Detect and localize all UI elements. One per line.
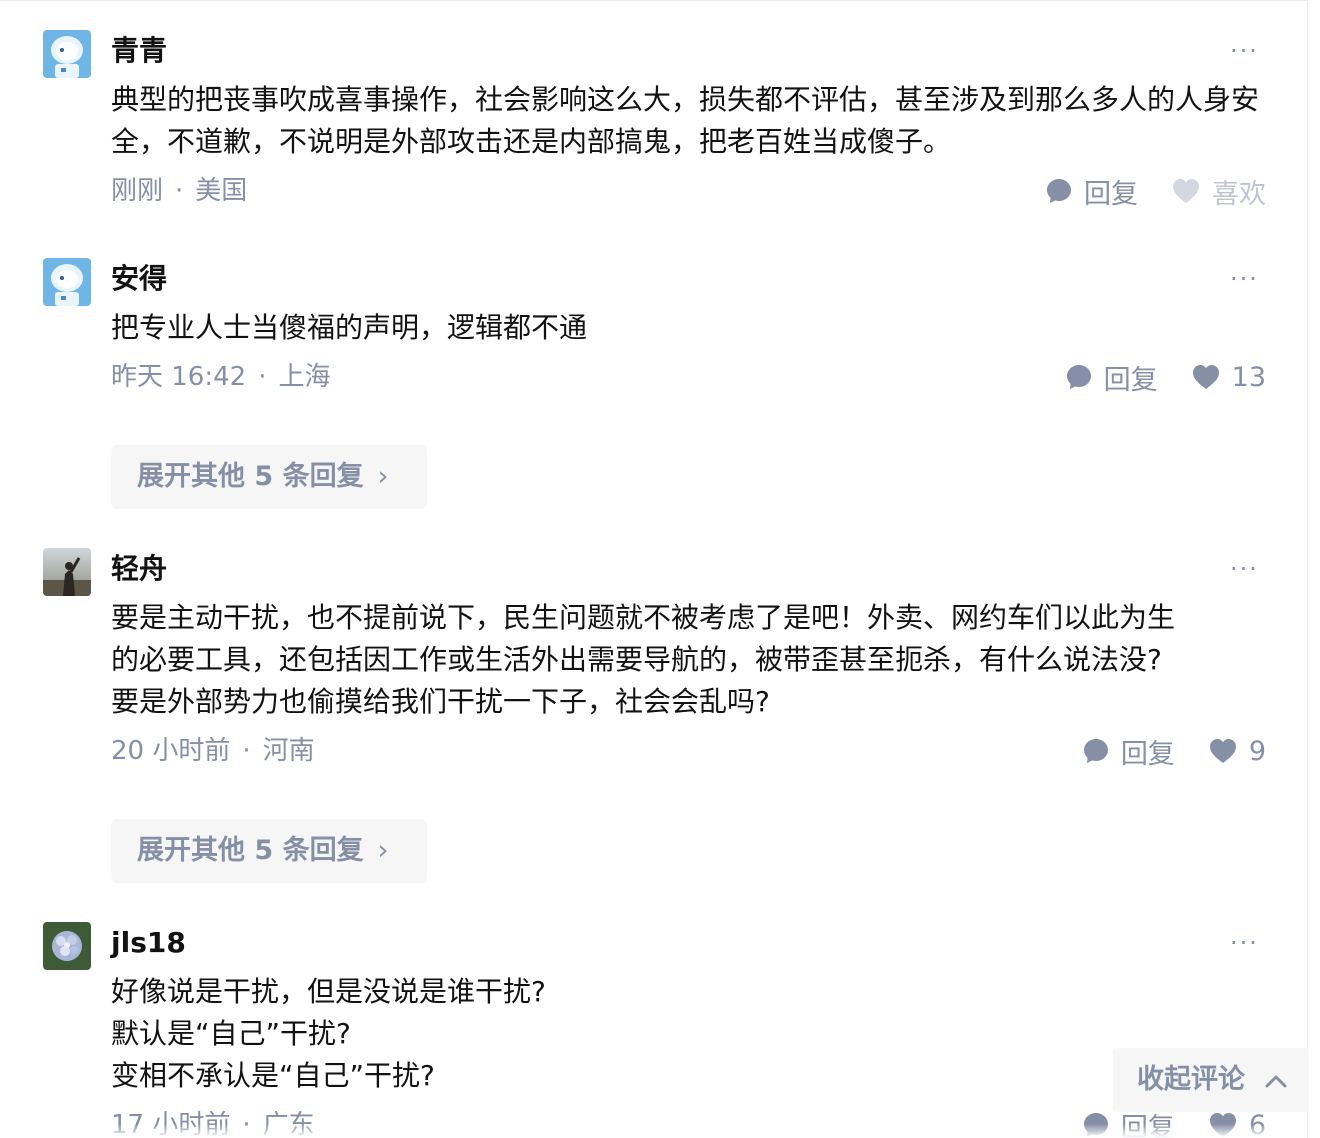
heart-icon <box>1192 365 1219 389</box>
meta-separator: · <box>242 736 251 766</box>
author-name[interactable]: 轻舟 <box>111 549 167 589</box>
bottom-fade <box>0 1124 1307 1138</box>
like-button[interactable]: 13 <box>1192 362 1266 393</box>
astronaut-avatar-icon <box>43 258 91 306</box>
more-icon[interactable]: ··· <box>1230 557 1259 581</box>
avatar[interactable] <box>43 922 91 970</box>
collapse-comments-button[interactable]: 收起评论 <box>1113 1048 1309 1112</box>
expand-replies-button[interactable]: 展开其他 5 条回复 › <box>111 445 427 509</box>
comment-time: 刚刚 <box>111 176 164 206</box>
reply-button[interactable]: 回复 <box>1066 358 1158 397</box>
comment-actions: 回复 13 <box>1066 358 1266 397</box>
like-label: 喜欢 <box>1212 178 1266 210</box>
comment-location: 河南 <box>262 736 315 766</box>
flower-avatar-icon <box>43 922 91 970</box>
comment-line: 好像说是干扰，但是没说是谁干扰? <box>111 975 546 1008</box>
comment-time: 20 小时前 <box>111 736 231 766</box>
comment-text: 把专业人士当傻福的声明，逻辑都不通 <box>111 311 588 344</box>
meta-separator: · <box>258 362 267 392</box>
reply-button[interactable]: 回复 <box>1083 732 1175 771</box>
comment-line: 变相不承认是“自己”干扰? <box>111 1059 435 1092</box>
collapse-comments-label: 收起评论 <box>1137 1064 1245 1095</box>
reply-label: 回复 <box>1103 364 1158 396</box>
heart-icon <box>1209 739 1236 763</box>
avatar[interactable] <box>43 548 91 596</box>
astronaut-avatar-icon <box>43 30 91 78</box>
comment-meta: 昨天 16:42 · 上海 <box>111 359 330 395</box>
more-icon[interactable]: ··· <box>1230 931 1259 955</box>
comment-line: 要是主动干扰，也不提前说下，民生问题就不被考虑了是吧！外卖、网约车们以此为生 <box>111 601 1176 634</box>
author-name[interactable]: 安得 <box>111 259 167 299</box>
chevron-up-icon <box>1265 1075 1287 1087</box>
comment-time: 昨天 16:42 <box>111 362 247 392</box>
expand-replies-label: 展开其他 5 条回复 <box>137 461 364 492</box>
comment-meta: 刚刚 · 美国 <box>111 173 247 209</box>
comment-list: 青青 ··· 典型的把丧事吹成喜事操作，社会影响这么大，损失都不评估，甚至涉及到… <box>0 0 1308 1138</box>
comment-line: 的必要工具，还包括因工作或生活外出需要导航的，被带歪甚至扼杀，有什么说法没? <box>111 643 1162 676</box>
comment-text: 典型的把丧事吹成喜事操作，社会影响这么大，损失都不评估，甚至涉及到那么多人的人身… <box>111 83 1260 158</box>
like-count: 9 <box>1248 735 1266 767</box>
like-button[interactable]: 喜欢 <box>1172 172 1266 211</box>
reply-label: 回复 <box>1120 738 1175 770</box>
comment-location: 美国 <box>195 176 248 206</box>
like-button[interactable]: 9 <box>1209 736 1266 767</box>
comment-line: 要是外部势力也偷摸给我们干扰一下子，社会会乱吗? <box>111 685 770 718</box>
heart-icon <box>1173 179 1199 203</box>
comment-text: 要是主动干扰，也不提前说下，民生问题就不被考虑了是吧！外卖、网约车们以此为生 的… <box>111 597 1261 723</box>
expand-replies-label: 展开其他 5 条回复 <box>137 835 364 866</box>
comment-line: 默认是“自己”干扰? <box>111 1017 351 1050</box>
avatar[interactable] <box>43 258 91 306</box>
comment-text: 好像说是干扰，但是没说是谁干扰? 默认是“自己”干扰? 变相不承认是“自己”干扰… <box>111 971 1261 1097</box>
comment-bubble-icon <box>1066 365 1091 389</box>
expand-replies-button[interactable]: 展开其他 5 条回复 › <box>111 819 427 883</box>
comment-bubble-icon <box>1047 179 1071 203</box>
author-name[interactable]: 青青 <box>111 31 167 71</box>
chevron-right-icon: › <box>377 835 389 866</box>
comment-bubble-icon <box>1083 739 1108 763</box>
photo-avatar-icon <box>43 548 91 596</box>
reply-label: 回复 <box>1084 178 1138 210</box>
chevron-right-icon: › <box>377 461 389 492</box>
comment-actions: 回复 喜欢 <box>1046 172 1266 211</box>
comment-meta: 20 小时前 · 河南 <box>111 733 315 769</box>
reply-button[interactable]: 回复 <box>1046 172 1138 211</box>
comment-location: 上海 <box>278 362 331 392</box>
like-count: 13 <box>1231 361 1266 393</box>
author-name[interactable]: jls18 <box>111 923 186 963</box>
comment-actions: 回复 9 <box>1083 732 1266 771</box>
more-icon[interactable]: ··· <box>1230 39 1259 63</box>
meta-separator: · <box>175 176 184 206</box>
more-icon[interactable]: ··· <box>1230 267 1259 291</box>
avatar[interactable] <box>43 30 91 78</box>
